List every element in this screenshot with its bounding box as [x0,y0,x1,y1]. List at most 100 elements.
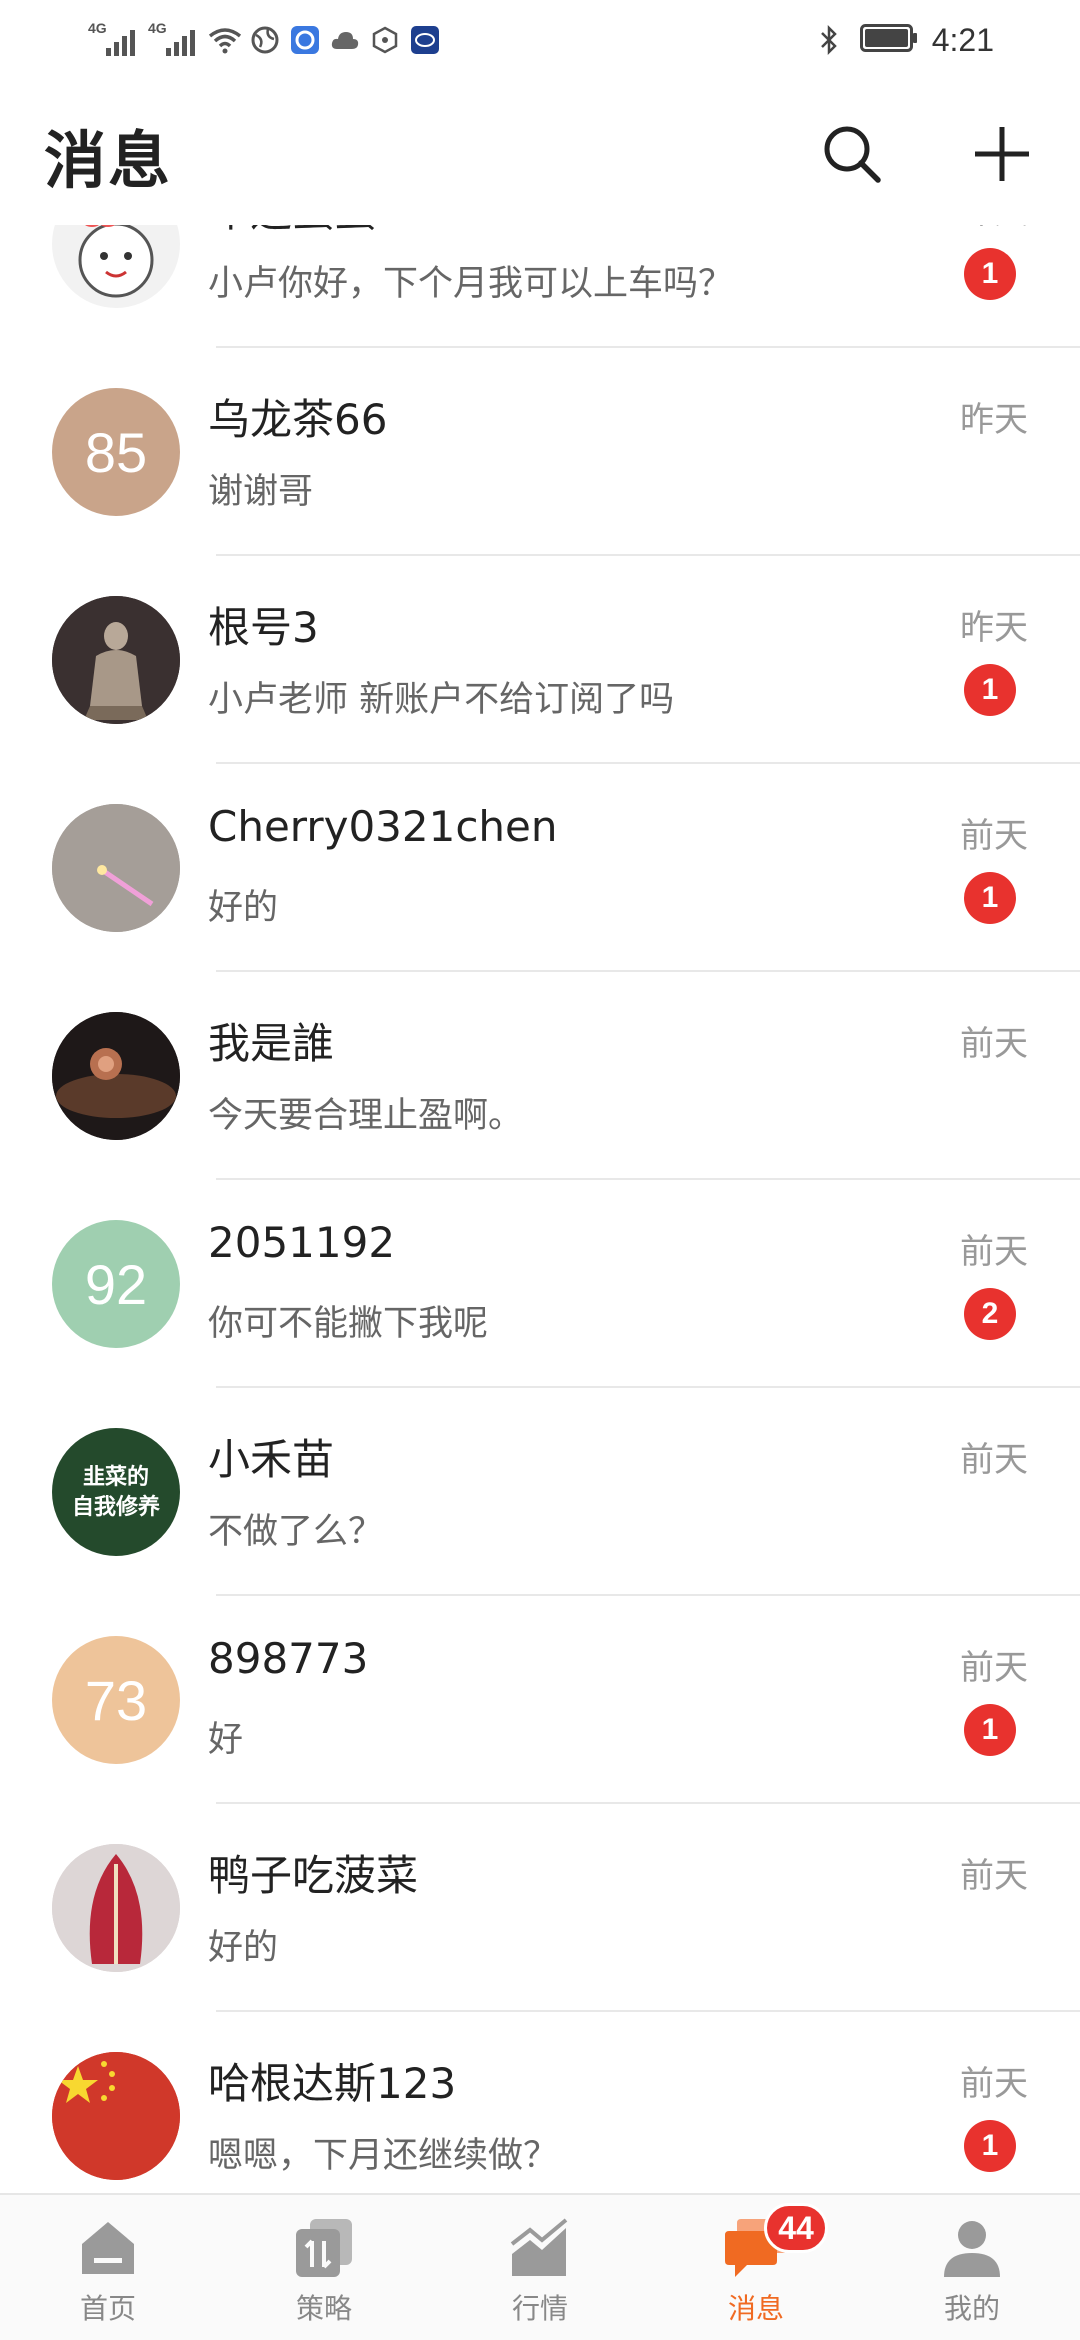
unread-badge: 1 [964,1704,1016,1756]
status-icons-left: 4G 4G [88,18,442,62]
page-header: 消息 [0,80,1080,225]
avatar: 85 [52,388,180,516]
message-time: 前天 [960,1024,1028,1064]
avatar-text: 韭菜的 自我修养 [71,1464,160,1519]
conversation-item[interactable]: 哈根达斯123 嗯嗯，下月还继续做？ 前天 1 [0,2012,1080,2193]
avatar [52,596,180,724]
market-chart-icon [505,2213,575,2283]
app-notification-icon [288,23,322,57]
contact-name: 我是誰 [208,1019,335,1068]
battery-icon [859,24,918,56]
bluetooth-icon [812,23,846,57]
avatar [52,804,180,932]
tab-label: 策略 [295,2292,352,2325]
contact-name: 2051192 [208,1218,396,1267]
conversation-item[interactable]: 73 898773 好 前天 1 [0,1596,1080,1804]
signal-sim2-icon: 4G [148,20,202,60]
cartoon-avatar-image [78,225,154,298]
page-title: 消息 [44,124,173,197]
status-icons-right: 4:21 [812,18,994,62]
avatar: 92 [52,1220,180,1348]
tab-home[interactable]: 首页 [0,2195,216,2340]
avatar-initials: 73 [84,1668,148,1732]
unread-badge: 2 [964,1288,1016,1340]
unread-badge: 1 [964,664,1016,716]
message-preview: 不做了么？ [208,1512,384,1552]
conversation-item[interactable]: 叩运蛋蛋 小卢你好，下个月我可以上车吗？ 昨天 1 [0,225,1080,348]
tab-market[interactable]: 行情 [432,2195,648,2340]
unread-badge: 1 [964,248,1016,300]
plus-icon [975,127,1029,181]
clock-time: 4:21 [931,21,994,58]
conversation-item[interactable]: 鸭子吃菠菜 好的 前天 [0,1804,1080,2012]
contact-name: 根号3 [208,603,319,652]
laser-avatar-image [52,804,180,932]
hexagon-icon [368,23,402,57]
message-time: 昨天 [960,608,1028,648]
contact-name: Cherry0321chen [208,802,558,851]
message-preview: 你可不能撇下我呢 [208,1304,489,1344]
search-button[interactable] [816,118,888,190]
search-icon [824,126,881,183]
contact-name: 叩运蛋蛋 [208,225,376,239]
contact-name: 哈根达斯123 [208,2059,457,2108]
wifi-icon [208,23,242,57]
avatar: 73 [52,1636,180,1764]
tab-profile[interactable]: 我的 [864,2195,1080,2340]
add-button[interactable] [966,118,1038,190]
conversation-list[interactable]: 叩运蛋蛋 小卢你好，下个月我可以上车吗？ 昨天 1 85 乌龙茶66 谢谢哥 昨… [0,225,1080,2193]
message-time: 前天 [960,1856,1028,1896]
tab-label: 首页 [79,2292,136,2325]
avatar-initials: 85 [84,420,148,484]
conversation-item[interactable]: 韭菜的 自我修养 小禾苗 不做了么？ 前天 [0,1388,1080,1596]
conversation-item[interactable]: 我是誰 今天要合理止盈啊。 前天 [0,972,1080,1180]
unread-badge: 1 [964,2120,1016,2172]
message-time: 前天 [960,1232,1028,1272]
tab-strategy[interactable]: 策略 [216,2195,432,2340]
contact-name: 鸭子吃菠菜 [208,1851,419,1900]
avatar: 韭菜的 自我修养 [52,1428,180,1556]
avatar [52,225,180,308]
strategy-icon [289,2213,359,2283]
profile-icon [937,2213,1007,2283]
tab-label: 我的 [943,2292,1000,2325]
app-logo-icon [408,23,442,57]
message-preview: 好的 [208,888,279,928]
space-avatar-image [52,1012,180,1140]
contact-name: 乌龙茶66 [208,395,388,444]
feather-avatar-image [52,1844,180,1972]
conversation-item[interactable]: 92 2051192 你可不能撇下我呢 前天 2 [0,1180,1080,1388]
message-preview: 好的 [208,1928,279,1968]
tab-messages[interactable]: 消息 44 [648,2195,864,2340]
avatar [52,1012,180,1140]
conversation-item[interactable]: Cherry0321chen 好的 前天 1 [0,764,1080,972]
avatar-initials: 92 [84,1252,148,1316]
message-preview: 谢谢哥 [208,472,314,512]
unread-badge: 1 [964,872,1016,924]
bottom-tab-bar: 首页 策略 行情 消息 44 我的 [0,2193,1080,2340]
message-time: 前天 [960,2064,1028,2104]
avatar [52,2052,180,2180]
message-time: 昨天 [960,400,1028,440]
avatar [52,1844,180,1972]
message-time: 前天 [960,1648,1028,1688]
unread-total-badge: 44 [764,2203,828,2253]
message-time: 前天 [960,1440,1028,1480]
conversation-item[interactable]: 根号3 小卢老师 新账户不给订阅了吗 昨天 1 [0,556,1080,764]
home-icon [73,2213,143,2283]
message-time: 昨天 [960,225,1028,233]
message-preview: 小卢老师 新账户不给订阅了吗 [208,680,675,720]
status-bar: 4G 4G 4:21 [0,0,1080,80]
conversation-item[interactable]: 85 乌龙茶66 谢谢哥 昨天 [0,348,1080,556]
flag-avatar-image [52,2052,180,2180]
statue-avatar-image [52,596,180,724]
contact-name: 898773 [208,1634,369,1683]
message-preview: 小卢你好，下个月我可以上车吗？ [208,264,734,304]
conversation-rows: 叩运蛋蛋 小卢你好，下个月我可以上车吗？ 昨天 1 85 乌龙茶66 谢谢哥 昨… [0,225,1080,2193]
message-preview: 今天要合理止盈啊。 [208,1096,524,1136]
signal-sim1-icon: 4G [88,20,142,60]
tab-label: 消息 [727,2292,784,2325]
message-preview: 嗯嗯，下月还继续做？ [208,2136,559,2176]
message-time: 前天 [960,816,1028,856]
message-preview: 好 [208,1720,244,1760]
